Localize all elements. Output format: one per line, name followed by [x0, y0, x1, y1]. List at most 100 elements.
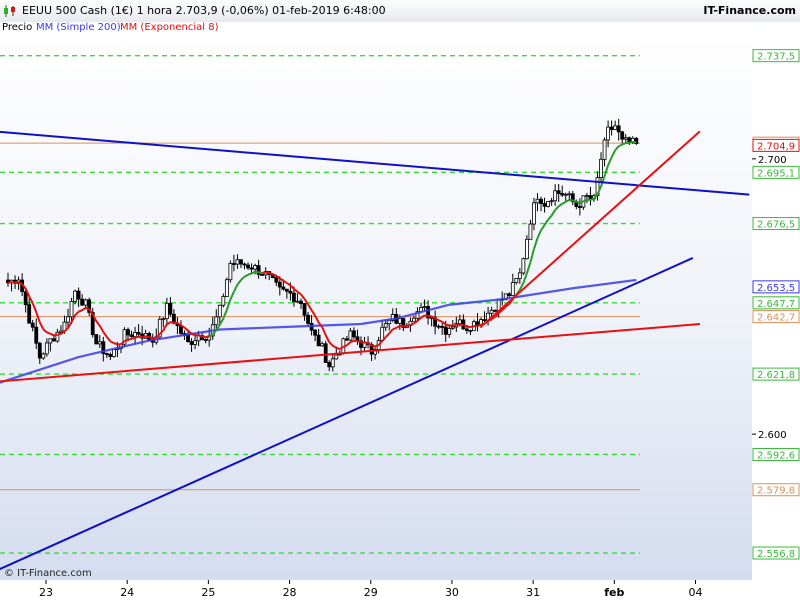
candle-body — [243, 264, 246, 265]
candle-body — [437, 326, 440, 327]
ema-8-segment — [280, 278, 284, 280]
candle-body — [451, 327, 454, 328]
candle-body — [70, 301, 73, 316]
ema-8-segment — [386, 333, 390, 337]
time-axis[interactable]: 23242528293031feb04 — [0, 580, 800, 600]
ema-8-segment — [259, 272, 263, 273]
price-axis[interactable]: 2.737,52.695,12.676,52.647,72.621,82.592… — [752, 35, 800, 580]
candle-body — [352, 331, 355, 337]
candle-body — [522, 259, 525, 273]
ema-8-segment — [248, 273, 252, 274]
ema-8-segment — [50, 334, 54, 336]
candle-body — [614, 126, 617, 130]
ema-8-segment — [43, 329, 47, 332]
ema-8-segment — [421, 315, 425, 318]
candle-body — [190, 342, 193, 345]
ema-8-segment — [559, 204, 563, 207]
ema-8-segment — [612, 150, 616, 157]
value-tag-label: 2.704,9 — [757, 141, 795, 152]
candle-body — [511, 283, 514, 296]
candle-body — [448, 328, 451, 334]
ema-8-segment — [425, 315, 429, 316]
ema-8-segment — [410, 324, 414, 325]
candle-body — [52, 339, 55, 341]
candle-body — [617, 126, 620, 132]
ema-8-segment — [308, 304, 312, 310]
candle-body — [543, 204, 546, 207]
candle-body — [42, 354, 45, 358]
ema-8-segment — [103, 332, 107, 337]
candle-body — [508, 294, 511, 296]
ema-8-segment — [223, 310, 227, 319]
ema-8-segment — [336, 348, 340, 349]
plot-area[interactable] — [0, 35, 752, 580]
ema-8-segment — [566, 200, 570, 202]
candle-body — [74, 291, 77, 301]
legend-sma[interactable]: MM (Simple 200) — [36, 22, 121, 34]
ema-8-segment — [128, 339, 132, 340]
support-level-label: 2.621,8 — [757, 370, 795, 381]
candle-body — [49, 339, 52, 343]
ema-8-segment — [185, 328, 189, 331]
y-tick-label: 2.600 — [758, 430, 787, 441]
ema-8-segment — [407, 325, 411, 326]
candle-body — [423, 306, 426, 307]
ema-8-segment — [287, 283, 291, 285]
ema-8-segment — [40, 322, 44, 329]
legend-price[interactable]: Precio — [2, 22, 32, 34]
ema-8-segment — [343, 345, 347, 346]
candle-body — [187, 335, 190, 342]
ema-8-segment — [149, 337, 153, 338]
candle-body — [303, 304, 306, 316]
ema-8-segment — [583, 200, 587, 201]
ema-8-segment — [538, 230, 542, 238]
candle-body — [134, 332, 137, 336]
support-level-label: 2.647,7 — [757, 299, 795, 310]
candle-body — [554, 191, 557, 201]
candle-body — [540, 199, 543, 203]
candle-body — [384, 324, 387, 328]
candle-body — [278, 282, 281, 287]
candlestick-icon — [3, 5, 17, 17]
ema-8-segment — [608, 157, 612, 165]
candle-body — [335, 355, 338, 359]
ema-8-segment — [350, 341, 354, 342]
candle-body — [603, 140, 606, 159]
candle-body — [105, 354, 108, 355]
x-tick-label: 24 — [120, 586, 134, 599]
ema-8-segment — [312, 310, 316, 316]
ema-8-segment — [209, 334, 213, 337]
ema-8-segment — [86, 308, 90, 309]
candle-body — [349, 331, 352, 340]
ema-8-segment — [463, 325, 467, 326]
candle-body — [35, 327, 38, 343]
x-tick-label: 23 — [39, 586, 53, 599]
candle-body — [261, 274, 264, 275]
candle-body — [218, 305, 221, 317]
candle-body — [610, 127, 613, 129]
ema-8-segment — [230, 292, 234, 300]
candle-body — [314, 330, 317, 335]
ema-8-segment — [396, 326, 400, 328]
ema-8-segment — [8, 282, 12, 283]
candle-body — [275, 278, 278, 283]
ema-8-segment — [573, 200, 577, 201]
ema-8-segment — [467, 326, 471, 327]
candle-body — [127, 330, 130, 335]
candle-body — [67, 317, 70, 322]
ema-8-segment — [132, 338, 136, 339]
ema-8-segment — [283, 281, 287, 283]
candle-body — [292, 293, 295, 302]
ema-8-segment — [576, 202, 580, 203]
candle-body — [547, 201, 550, 206]
brand-name[interactable]: IT-Finance.com — [703, 4, 796, 17]
candle-body — [38, 343, 41, 358]
legend-ema[interactable]: MM (Exponencial 8) — [120, 22, 219, 34]
ema-8-segment — [456, 324, 460, 325]
value-tag-label: 2.653,5 — [757, 283, 795, 294]
ema-8-segment — [527, 262, 531, 273]
support-level-label: 2.592,6 — [757, 450, 795, 461]
candle-body — [194, 341, 197, 345]
candle-body — [130, 335, 133, 337]
indicator-legend: Precio MM (Simple 200) MM (Exponencial 8… — [0, 22, 800, 35]
